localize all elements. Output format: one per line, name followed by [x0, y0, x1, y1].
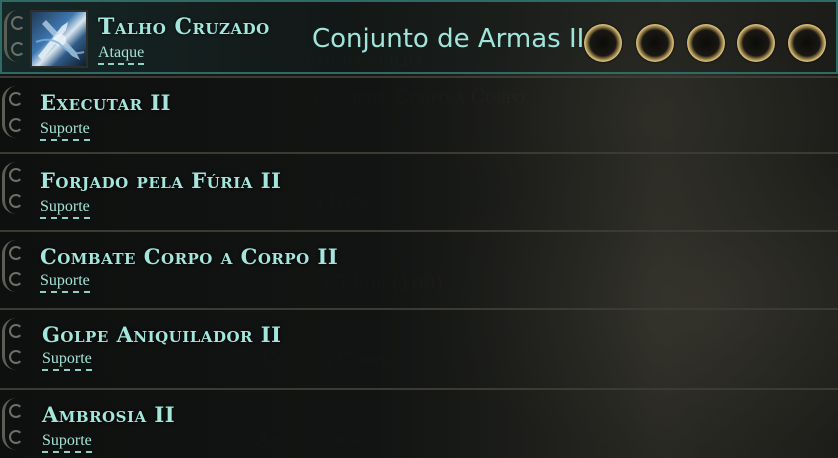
support-type[interactable]: Suporte	[40, 272, 90, 293]
crossed-slash-skill-icon[interactable]	[30, 10, 88, 68]
weapon-set-label: Conjunto de Armas II	[312, 24, 585, 54]
support-row[interactable]: Executar II Suporte	[0, 76, 838, 152]
row-ornament	[2, 86, 26, 138]
row-ornament	[2, 240, 26, 292]
row-ornament	[2, 398, 26, 450]
socket-3[interactable]	[687, 24, 725, 62]
skill-gem-panel: baú da guilda Combate Corpo a Corpo 110%…	[0, 0, 838, 458]
support-type[interactable]: Suporte	[42, 350, 92, 371]
skill-icon-art	[35, 20, 85, 60]
support-type[interactable]: Suporte	[42, 432, 92, 453]
support-name: Executar II	[40, 90, 172, 115]
support-row[interactable]: Combate Corpo a Corpo II Suporte	[0, 230, 838, 308]
support-row[interactable]: Forjado pela Fúria II Suporte	[0, 152, 838, 230]
support-name: Ambrosia II	[42, 402, 176, 427]
support-row[interactable]: Ambrosia II Suporte	[0, 388, 838, 458]
row-ornament	[4, 10, 28, 62]
support-type[interactable]: Suporte	[40, 120, 90, 141]
support-name: Combate Corpo a Corpo II	[40, 244, 339, 269]
support-name: Golpe Aniquilador II	[42, 322, 282, 347]
support-row[interactable]: Golpe Aniquilador II Suporte	[0, 308, 838, 388]
support-type[interactable]: Suporte	[40, 198, 90, 219]
socket-4[interactable]	[737, 24, 775, 62]
skill-name: Talho Cruzado	[98, 14, 270, 40]
socket-1[interactable]	[584, 24, 622, 62]
support-name: Forjado pela Fúria II	[40, 168, 282, 193]
row-ornament	[2, 318, 26, 370]
skill-type[interactable]: Ataque	[98, 44, 145, 65]
row-ornament	[2, 162, 26, 214]
socket-2[interactable]	[636, 24, 674, 62]
socket-5[interactable]	[788, 24, 826, 62]
main-skill-row[interactable]: Talho Cruzado Ataque Conjunto de Armas I…	[0, 0, 838, 74]
